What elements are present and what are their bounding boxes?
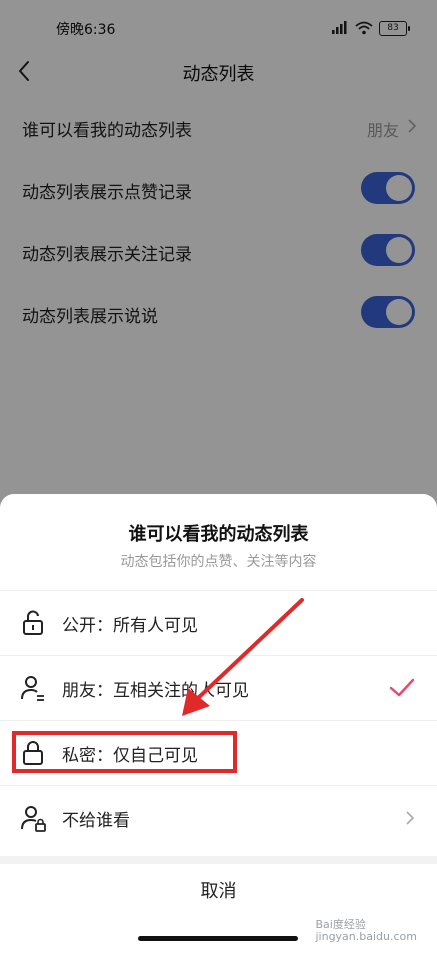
option-public[interactable]: 公开：所有人可见 [0,590,437,655]
option-exclude[interactable]: 不给谁看 [0,785,437,850]
unlock-icon [23,610,43,635]
watermark-line2: jingyan.baidu.com [315,930,417,943]
chevron-right-icon [406,811,415,825]
visibility-bottom-sheet: 谁可以看我的动态列表 动态包括你的点赞、关注等内容 公开：所有人可见 朋友：互相… [0,494,437,955]
sheet-divider [0,856,437,864]
watermark: Bai度经验 jingyan.baidu.com [315,919,417,943]
screen: 傍晚6:36 83 动态列表 谁可以看我的动态列表 朋友 动态列表展示点赞记录 … [0,0,437,955]
option-label: 公开：所有人可见 [62,616,198,636]
sheet-subtitle: 动态包括你的点赞、关注等内容 [120,554,317,570]
home-indicator [138,936,298,941]
friends-icon [21,676,44,701]
sheet-title: 谁可以看我的动态列表 [128,524,309,545]
annotation-highlight-box [12,731,237,773]
option-friends[interactable]: 朋友：互相关注的人可见 [0,655,437,720]
option-label: 不给谁看 [62,811,130,831]
user-block-icon [21,806,46,832]
option-label: 朋友：互相关注的人可见 [62,681,249,701]
checkmark-icon [389,678,415,697]
cancel-button[interactable]: 取消 [0,864,437,920]
